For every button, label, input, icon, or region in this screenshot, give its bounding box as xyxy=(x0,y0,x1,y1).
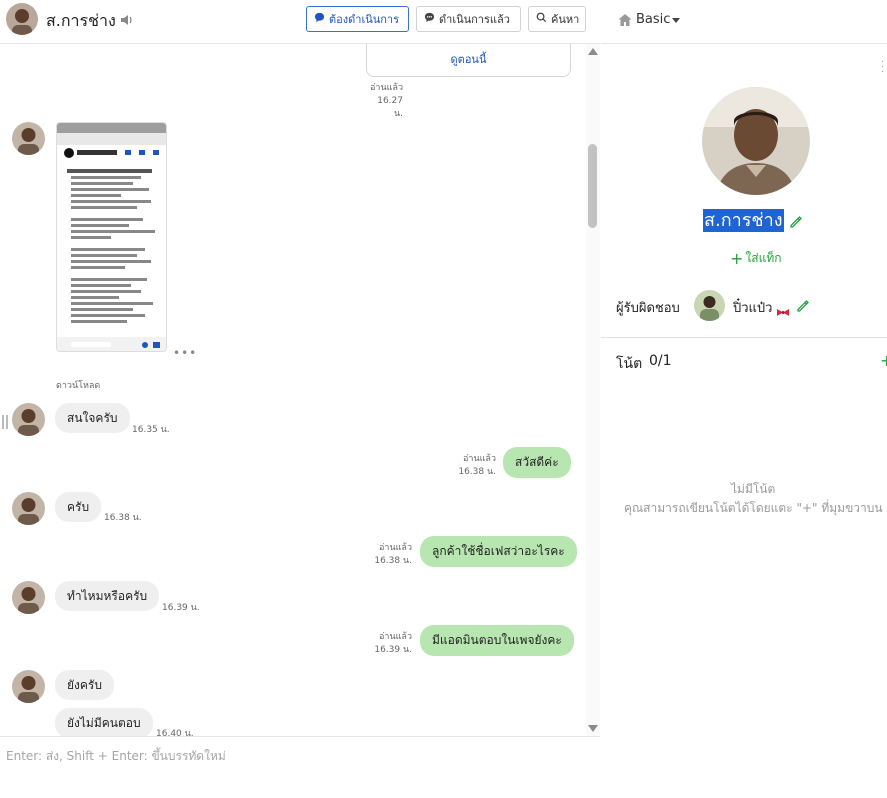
pencil-icon[interactable] xyxy=(789,214,803,228)
notes-label: โน้ต xyxy=(616,356,643,372)
avatar-icon[interactable] xyxy=(12,492,45,525)
avatar-icon[interactable] xyxy=(12,122,45,155)
done-label: ดำเนินการแล้ว xyxy=(439,13,510,26)
avatar-icon[interactable] xyxy=(12,670,45,703)
profile-name[interactable]: ส.การช่าง xyxy=(703,209,784,232)
incoming-message[interactable]: ครับ xyxy=(55,492,102,522)
add-tag-label: ใส่แท็ก xyxy=(745,251,782,265)
message-time: 16.38 น. xyxy=(104,513,142,523)
contact-name: ส.การช่าง xyxy=(46,11,116,30)
download-link[interactable]: ดาวน์โหลด xyxy=(56,378,100,392)
divider xyxy=(601,337,887,338)
contact-side-pane: Basic · · · ส.การช่าง + ใส่แท็ก ผู้รับผิดช… xyxy=(601,0,887,798)
incoming-message[interactable]: ยังครับ xyxy=(55,670,114,700)
add-tag-button[interactable]: + ใส่แท็ก xyxy=(730,249,782,268)
message-time: 16.38 น. xyxy=(374,556,412,566)
message-time: 16.39 น. xyxy=(374,645,412,655)
message-meta: อ่านแล้ว 16.38 น. xyxy=(452,453,496,479)
drag-handle-icon[interactable] xyxy=(2,415,8,429)
empty-notes-hint: คุณสามารถเขียนโน้ตได้โดยแตะ "+" ที่มุมขว… xyxy=(624,501,883,515)
notes-count: 0/1 xyxy=(649,353,672,369)
done-button[interactable]: ดำเนินการแล้ว xyxy=(416,6,521,32)
scroll-up-icon[interactable] xyxy=(588,48,598,55)
chat-bubble-icon xyxy=(314,12,325,26)
outgoing-message[interactable]: มีแอดมินตอบในเพจยังคะ xyxy=(420,625,574,656)
search-button[interactable]: ค้นหา xyxy=(528,6,586,32)
scrollbar-thumb[interactable] xyxy=(588,144,597,228)
profile-photo[interactable] xyxy=(702,87,810,195)
message-input[interactable] xyxy=(0,737,598,797)
message-time: 16.39 น. xyxy=(162,603,200,613)
message-meta: อ่านแล้ว 16.39 น. xyxy=(368,631,412,657)
plus-icon: + xyxy=(730,248,744,268)
plus-icon[interactable]: + xyxy=(880,351,887,370)
more-options-icon[interactable]: · · · xyxy=(881,58,884,78)
search-label: ค้นหา xyxy=(551,13,580,26)
incoming-message[interactable]: สนใจครับ xyxy=(55,403,130,433)
read-status: อ่านแล้ว xyxy=(370,83,403,93)
message-time: 16.27 น. xyxy=(377,96,403,119)
plan-selector[interactable]: Basic xyxy=(601,0,887,44)
incoming-message[interactable]: ทำไหมหรือครับ xyxy=(55,581,160,611)
responsible-label: ผู้รับผิดชอบ xyxy=(616,301,680,316)
chat-pane: ส.การช่าง ต้องดำเนินการ ดำเนินการแล้ว ค้… xyxy=(0,0,600,798)
todo-label: ต้องดำเนินการ xyxy=(329,13,399,26)
message-meta: อ่านแล้ว 16.38 น. xyxy=(368,542,412,568)
avatar-icon[interactable] xyxy=(12,403,45,436)
responsible-name: ปิ๋วแป๋ว xyxy=(733,301,773,316)
chat-bubble-icon xyxy=(424,12,435,26)
message-list[interactable]: ดูตอนนี้ อ่านแล้ว 16.27 น. ••• ดาวน์โหลด… xyxy=(0,44,600,736)
speaker-icon[interactable] xyxy=(120,12,134,26)
rich-card[interactable]: ดูตอนนี้ xyxy=(366,44,571,77)
avatar-icon[interactable] xyxy=(12,581,45,614)
responsible-avatar[interactable] xyxy=(694,290,725,321)
read-status: อ่านแล้ว xyxy=(379,632,412,642)
scroll-down-icon[interactable] xyxy=(588,725,598,732)
more-options-icon[interactable]: ••• xyxy=(173,346,197,360)
todo-button[interactable]: ต้องดำเนินการ xyxy=(306,6,409,32)
read-status: อ่านแล้ว xyxy=(379,543,412,553)
chat-header: ส.การช่าง ต้องดำเนินการ ดำเนินการแล้ว ค้… xyxy=(0,0,600,44)
chat-app: ส.การช่าง ต้องดำเนินการ ดำเนินการแล้ว ค้… xyxy=(0,0,887,798)
pencil-icon[interactable] xyxy=(796,298,810,312)
card-link[interactable]: ดูตอนนี้ xyxy=(451,53,487,66)
plan-label: Basic xyxy=(636,12,671,27)
bow-icon xyxy=(776,302,790,316)
image-message[interactable] xyxy=(56,122,167,352)
message-meta: อ่านแล้ว 16.27 น. xyxy=(366,82,403,121)
home-icon xyxy=(617,12,633,28)
message-time: 16.35 น. xyxy=(132,425,170,435)
message-scrollbar[interactable] xyxy=(586,44,600,736)
outgoing-message[interactable]: ลูกค้าใช้ชื่อเฟสว่าอะไรคะ xyxy=(420,536,577,567)
search-icon xyxy=(536,12,547,26)
read-status: อ่านแล้ว xyxy=(463,454,496,464)
chevron-down-icon xyxy=(672,18,680,23)
contact-avatar[interactable] xyxy=(6,3,38,35)
outgoing-message[interactable]: สวัสดีค่ะ xyxy=(503,447,571,478)
message-time: 16.40 น. xyxy=(156,729,194,736)
empty-notes-title: ไม่มีโน้ต xyxy=(731,482,776,496)
incoming-message[interactable]: ยังไม่มีคนตอบ xyxy=(55,708,153,736)
message-time: 16.38 น. xyxy=(458,467,496,477)
composer xyxy=(0,736,600,798)
